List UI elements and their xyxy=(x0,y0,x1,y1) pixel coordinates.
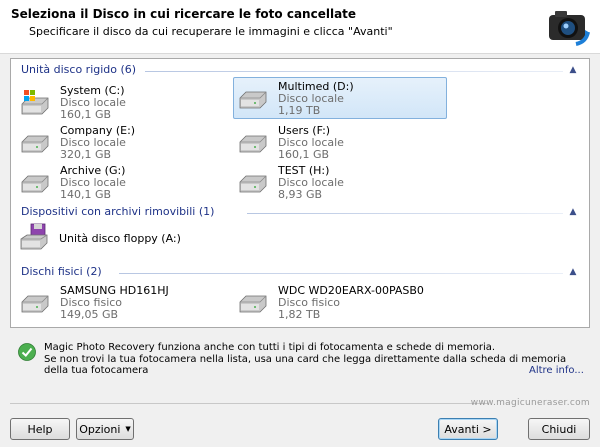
drive-size: 149,05 GB xyxy=(60,308,119,321)
wizard-header: Seleziona il Disco in cui ricercare le f… xyxy=(0,0,600,54)
group-header-removable[interactable]: Dispositivi con archivi rimovibili (1) ▲ xyxy=(21,205,579,221)
drive-item-archive-g[interactable]: Archive (G:) Disco locale 140,1 GB xyxy=(15,161,229,201)
info-message: Magic Photo Recovery funziona anche con … xyxy=(10,334,590,378)
hard-drive-icon xyxy=(21,135,49,153)
drive-item-company-e[interactable]: Company (E:) Disco locale 320,1 GB xyxy=(15,121,229,161)
options-label: Opzioni xyxy=(79,422,121,436)
hard-drive-icon xyxy=(239,135,267,153)
drive-list-panel: Unità disco rigido (6) ▲ System (C:) Dis… xyxy=(10,58,590,328)
drive-item-users-f[interactable]: Users (F:) Disco locale 160,1 GB xyxy=(233,121,447,161)
drive-size: 1,19 TB xyxy=(278,104,321,117)
drive-size: 160,1 GB xyxy=(60,108,112,121)
page-subtitle: Specificare il disco da cui recuperare l… xyxy=(29,25,393,38)
hard-drive-icon xyxy=(239,91,267,109)
drive-size: 1,82 TB xyxy=(278,308,321,321)
drive-item-test-h[interactable]: TEST (H:) Disco locale 8,93 GB xyxy=(233,161,447,201)
chevron-up-icon[interactable]: ▲ xyxy=(567,64,579,76)
checkmark-icon xyxy=(18,343,36,361)
footer-divider xyxy=(10,403,488,404)
drive-item-system-c[interactable]: System (C:) Disco locale 160,1 GB xyxy=(15,81,229,121)
options-button[interactable]: Opzioni ▼ xyxy=(76,418,134,440)
page-title: Seleziona il Disco in cui ricercare le f… xyxy=(11,7,357,21)
more-info-link[interactable]: Altre info... xyxy=(529,365,584,376)
caret-down-icon: ▼ xyxy=(125,425,131,433)
group-label: Dispositivi con archivi rimovibili (1) xyxy=(21,205,215,218)
drive-size: 160,1 GB xyxy=(278,148,330,161)
hard-drive-icon xyxy=(239,295,267,313)
drive-size: 140,1 GB xyxy=(60,188,112,201)
close-button[interactable]: Chiudi xyxy=(528,418,590,440)
help-button[interactable]: Help xyxy=(10,418,70,440)
windows-drive-icon xyxy=(21,90,49,115)
group-label: Unità disco rigido (6) xyxy=(21,63,137,76)
hard-drive-icon xyxy=(21,175,49,193)
group-divider xyxy=(247,213,563,214)
drive-item-wdc[interactable]: WDC WD20EARX-00PASB0 Disco fisico 1,82 T… xyxy=(233,281,447,321)
drive-item-floppy-a[interactable]: Unità disco floppy (A:) xyxy=(15,223,229,251)
chevron-up-icon[interactable]: ▲ xyxy=(567,206,579,218)
hard-drive-icon xyxy=(21,295,49,313)
group-divider xyxy=(145,71,563,72)
floppy-drive-icon xyxy=(20,223,48,250)
drive-size: 8,93 GB xyxy=(278,188,323,201)
drive-name: Unità disco floppy (A:) xyxy=(59,232,181,245)
drive-item-samsung[interactable]: SAMSUNG HD161HJ Disco fisico 149,05 GB xyxy=(15,281,229,321)
camera-logo-icon xyxy=(549,11,590,46)
drive-item-multimed-d[interactable]: Multimed (D:) Disco locale 1,19 TB xyxy=(233,77,447,119)
drive-size: 320,1 GB xyxy=(60,148,112,161)
group-header-physical[interactable]: Dischi fisici (2) ▲ xyxy=(21,265,579,281)
group-divider xyxy=(119,273,563,274)
next-button[interactable]: Avanti > xyxy=(438,418,498,440)
brand-url: www.magicuneraser.com xyxy=(470,398,590,408)
chevron-up-icon[interactable]: ▲ xyxy=(567,266,579,278)
info-text-line2: Se non trovi la tua fotocamera nella lis… xyxy=(44,354,567,376)
group-label: Dischi fisici (2) xyxy=(21,265,102,278)
info-text-line1: Magic Photo Recovery funziona anche con … xyxy=(44,342,496,353)
hard-drive-icon xyxy=(239,175,267,193)
